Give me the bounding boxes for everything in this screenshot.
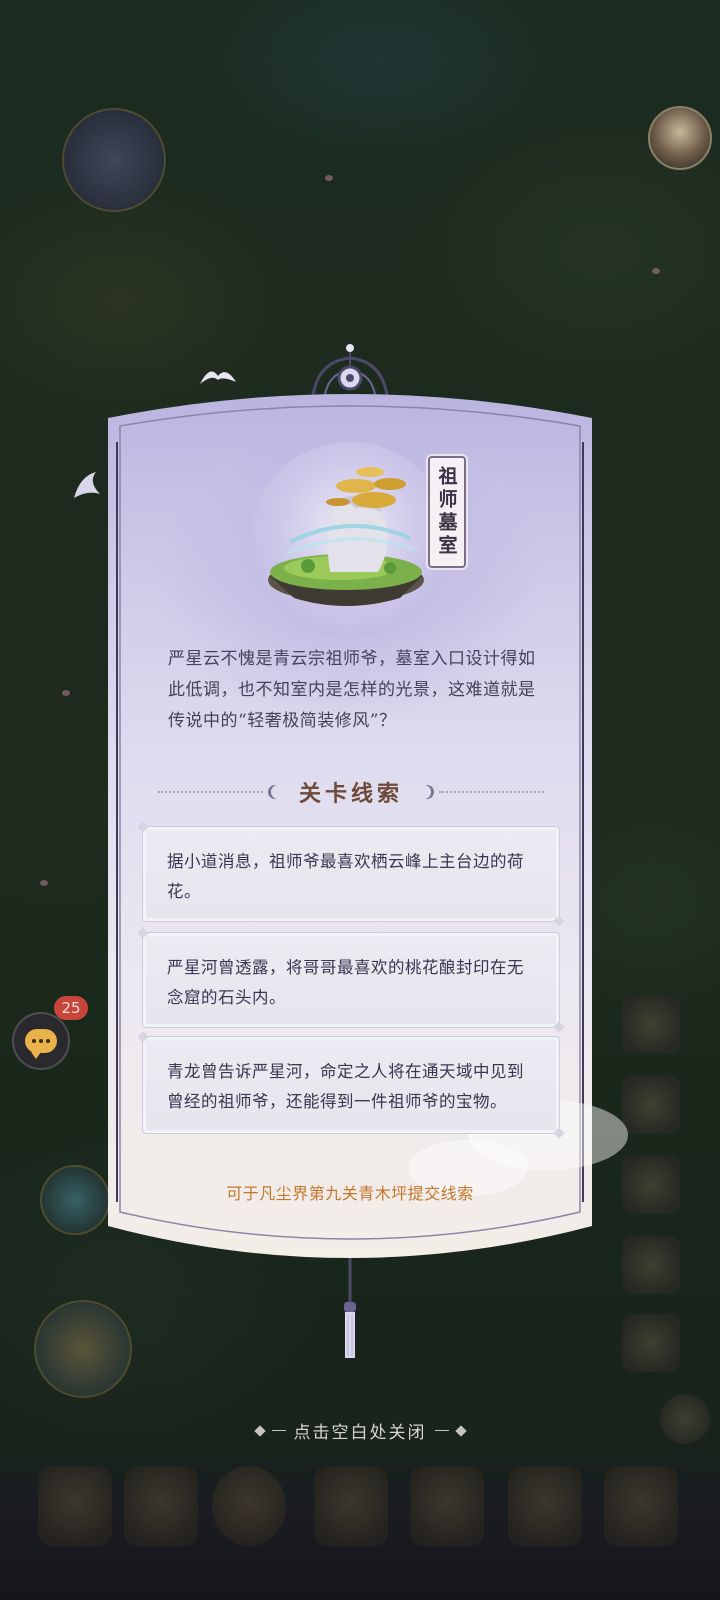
- dock-icon: [314, 1466, 388, 1546]
- close-hint[interactable]: 点击空白处关闭: [0, 1418, 720, 1443]
- chat-icon: [25, 1029, 57, 1059]
- clue-text: 青龙曾告诉严星河，命定之人将在通天域中见到曾经的祖师爷，还能得到一件祖师爷的宝物…: [167, 1062, 524, 1111]
- crane-icon: [74, 472, 100, 498]
- clue-text: 据小道消息，祖师爷最喜欢栖云峰上主台边的荷花。: [167, 852, 524, 901]
- location-emblem-image: [250, 442, 450, 638]
- location-description: 严星云不愧是青云宗祖师爷，墓室入口设计得如此低调，也不知室内是怎样的光景，这难道…: [168, 649, 536, 731]
- diamond-icon: [253, 1424, 266, 1437]
- dock-icon: [38, 1466, 112, 1546]
- petal-decoration: [325, 175, 333, 181]
- map-node-pavilion: [40, 1165, 110, 1235]
- divider-line: [434, 1430, 449, 1431]
- dock-icon: [508, 1466, 582, 1546]
- crescent-moon-icon: [271, 785, 285, 799]
- clues-section-header: 关卡线索: [158, 772, 545, 812]
- map-node-building: [62, 108, 166, 212]
- diamond-icon: [454, 1424, 467, 1437]
- side-menu-icon: [622, 1156, 680, 1214]
- dock-icon: [410, 1466, 484, 1546]
- dock-icon: [604, 1466, 678, 1546]
- tomb-island-icon: [268, 467, 424, 606]
- clue-card: 青龙曾告诉严星河，命定之人将在通天域中见到曾经的祖师爷，还能得到一件祖师爷的宝物…: [142, 1036, 560, 1134]
- divider-line: [158, 791, 263, 793]
- chat-unread-badge: 25: [54, 996, 88, 1020]
- player-avatar: [648, 106, 712, 170]
- submit-clue-hint: 可于凡尘界第九关青木坪提交线索: [226, 1184, 474, 1203]
- crescent-moon-icon: [417, 785, 431, 799]
- side-menu-icon: [622, 996, 680, 1054]
- scroll-tassel: [344, 1258, 356, 1358]
- side-menu-icon: [622, 1236, 680, 1294]
- dock-icon: [124, 1466, 198, 1546]
- petal-decoration: [62, 690, 70, 696]
- clues-title: 关卡线索: [299, 781, 404, 807]
- dock-icon: [212, 1466, 286, 1546]
- divider-line: [271, 1430, 286, 1431]
- clue-card: 严星河曾透露，将哥哥最喜欢的桃花酿封印在无念窟的石头内。: [142, 932, 560, 1028]
- side-menu-icon: [622, 1076, 680, 1134]
- chat-button: [12, 1012, 70, 1070]
- petal-decoration: [40, 880, 48, 886]
- clue-scroll-dialog: 祖师墓室 严星云不愧是青云宗祖师爷，墓室入口设计得如此低调，也不知室内是怎样的光…: [108, 340, 628, 1370]
- petal-decoration: [652, 268, 660, 274]
- location-name-tag: 祖师墓室: [428, 456, 466, 568]
- clue-card: 据小道消息，祖师爷最喜欢栖云峰上主台边的荷花。: [142, 826, 560, 922]
- close-hint-text: 点击空白处关闭: [293, 1423, 427, 1443]
- clue-text: 严星河曾透露，将哥哥最喜欢的桃花酿封印在无念窟的石头内。: [167, 958, 524, 1007]
- divider-line: [439, 791, 545, 793]
- side-menu-icon: [622, 1314, 680, 1372]
